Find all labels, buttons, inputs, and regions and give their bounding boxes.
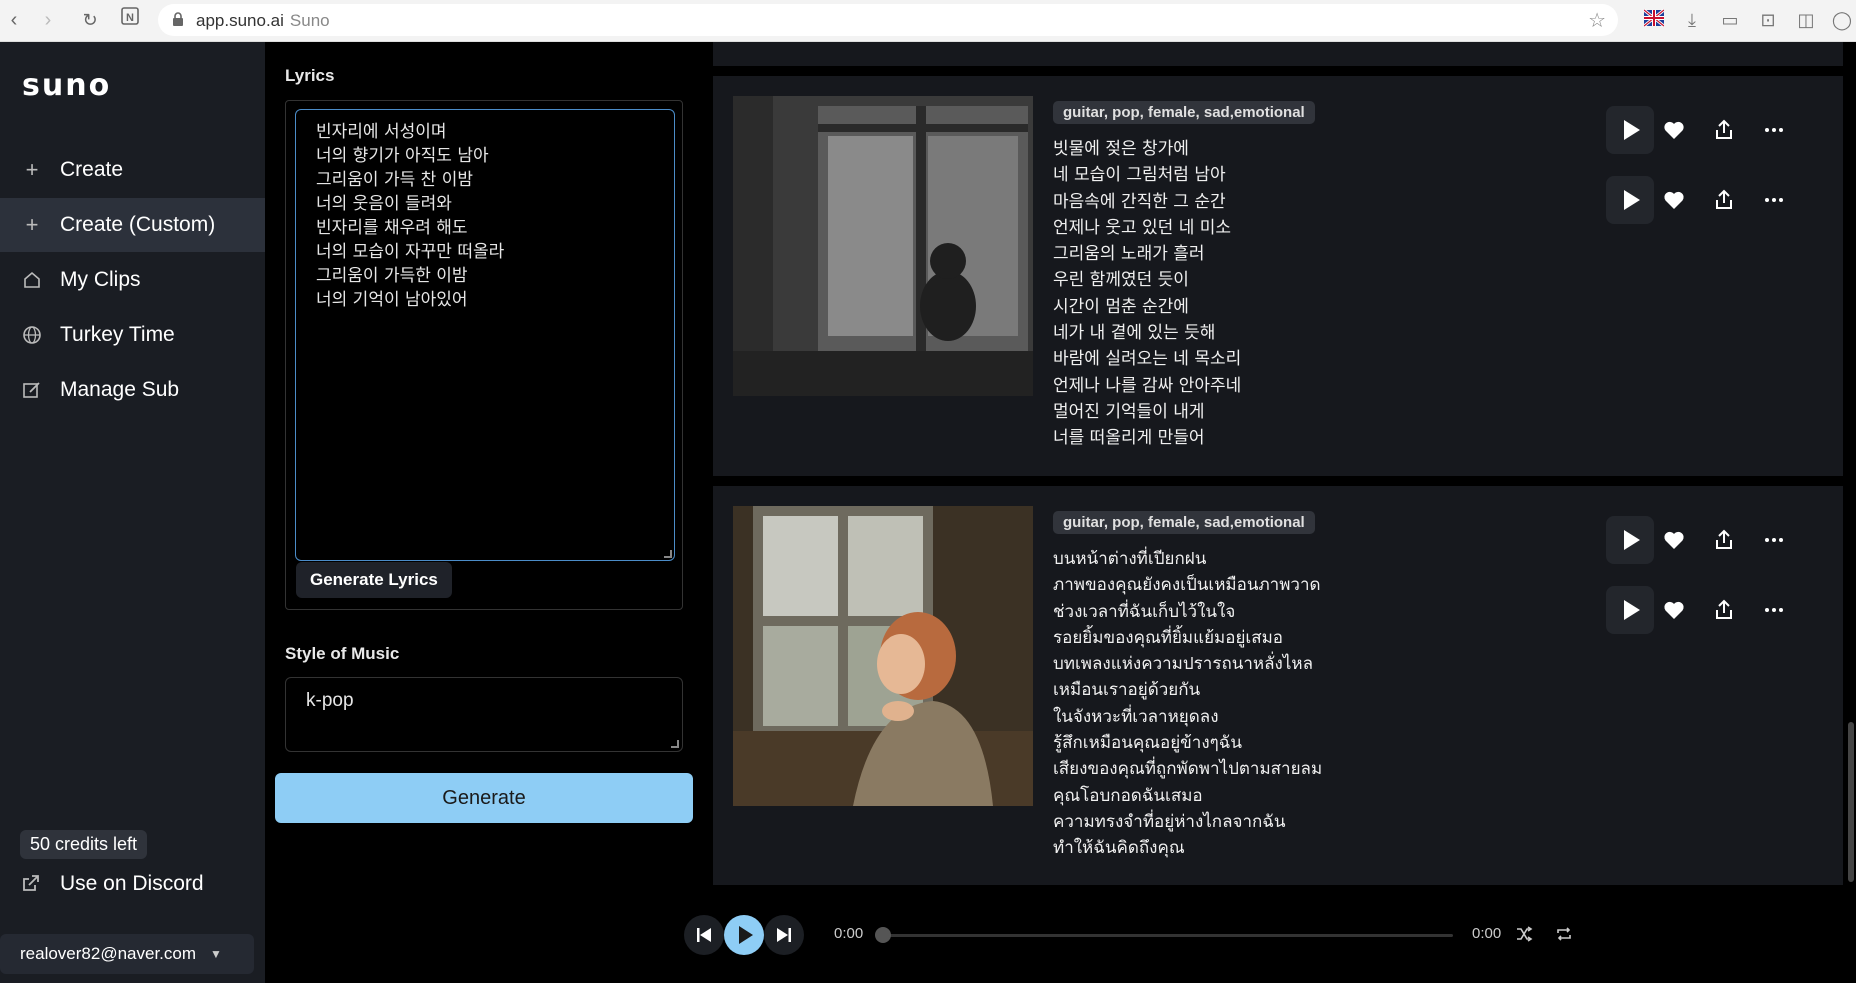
play-button[interactable]	[1606, 586, 1654, 634]
forward-icon[interactable]: ›	[34, 6, 62, 34]
back-icon[interactable]: ‹	[0, 6, 28, 34]
more-icon[interactable]	[1762, 118, 1786, 142]
style-label: Style of Music	[285, 644, 400, 663]
progress-track[interactable]	[885, 934, 1453, 937]
browser-toolbar: ‹ › ↻ N app.suno.ai Suno ☆ ⤓ ▭ ⊡ ◫ ◯	[0, 0, 1856, 42]
total-time: 0:00	[1472, 925, 1502, 942]
url-text: app.suno.ai Suno	[196, 11, 330, 30]
heart-icon[interactable]	[1662, 188, 1686, 212]
clip-lyrics: 빗물에 젖은 창가에 네 모습이 그림처럼 남아 마음속에 간직한 그 순간 언…	[1053, 139, 1242, 449]
lyrics-textarea[interactable]: 빈자리에 서성이며 너의 향기가 아직도 남아 그리움이 가득 찬 이밤 너의 …	[295, 109, 675, 561]
account-menu[interactable]: realover82@naver.com ▼	[0, 934, 254, 974]
previous-clip-card	[713, 42, 1843, 66]
edit-icon	[20, 378, 44, 402]
sidebar-item-label: Turkey Time	[60, 323, 175, 346]
chevron-down-icon: ▼	[210, 947, 222, 961]
home-icon	[20, 268, 44, 292]
next-track-button[interactable]	[764, 915, 804, 955]
sidebar-item-create[interactable]: + Create	[0, 143, 265, 197]
sidebar-toggle-icon[interactable]: ◫	[1794, 8, 1818, 32]
progress-knob[interactable]	[875, 927, 891, 943]
shuffle-icon[interactable]	[1515, 925, 1533, 943]
clip-lyrics: บนหน้าต่างที่เปียกฝน ภาพของคุณยังคงเป็นเ…	[1053, 549, 1323, 859]
share-icon[interactable]	[1712, 188, 1736, 212]
clip-cover-image[interactable]	[733, 96, 1033, 396]
suno-logo[interactable]: suno	[22, 68, 111, 103]
generate-lyrics-button[interactable]: Generate Lyrics	[296, 562, 452, 598]
discord-label: Use on Discord	[60, 872, 204, 895]
clip-cover-image[interactable]	[733, 506, 1033, 806]
generate-button[interactable]: Generate	[275, 773, 693, 823]
more-icon[interactable]	[1762, 528, 1786, 552]
player-play-button[interactable]	[724, 915, 764, 955]
globe-icon	[20, 323, 44, 347]
play-button[interactable]	[1606, 106, 1654, 154]
sidebar-item-label: Create (Custom)	[60, 213, 216, 236]
clip-card: guitar, pop, female, sad,emotional บนหน้…	[713, 486, 1843, 885]
resize-handle-icon[interactable]	[664, 550, 672, 558]
share-icon[interactable]	[1712, 118, 1736, 142]
svg-text:N: N	[126, 12, 134, 24]
lock-icon	[173, 12, 183, 26]
more-icon[interactable]	[1762, 598, 1786, 622]
sidebar-item-label: My Clips	[60, 268, 141, 291]
clip-controls	[1606, 176, 1806, 224]
external-link-icon	[20, 872, 44, 896]
sidebar-item-turkey-time[interactable]: Turkey Time	[0, 308, 265, 362]
style-tag[interactable]: guitar, pop, female, sad,emotional	[1053, 101, 1315, 124]
flag-icon[interactable]	[1642, 8, 1666, 32]
screenshot-icon[interactable]: ⊡	[1756, 8, 1780, 32]
discord-link[interactable]: Use on Discord	[20, 872, 204, 896]
current-time: 0:00	[834, 925, 864, 942]
sidebar-item-label: Create	[60, 158, 124, 181]
play-button[interactable]	[1606, 176, 1654, 224]
window-icon[interactable]: ▭	[1718, 8, 1742, 32]
more-icon[interactable]	[1762, 188, 1786, 212]
share-icon[interactable]	[1712, 598, 1736, 622]
credits-badge: 50 credits left	[20, 830, 148, 859]
sidebar-item-create-custom[interactable]: + Create (Custom)	[0, 198, 265, 252]
sidebar-item-my-clips[interactable]: My Clips	[0, 253, 265, 307]
heart-icon[interactable]	[1662, 118, 1686, 142]
download-icon[interactable]: ⤓	[1680, 8, 1704, 32]
clip-controls	[1606, 516, 1806, 564]
sidebar-item-manage-sub[interactable]: Manage Sub	[0, 363, 265, 417]
heart-icon[interactable]	[1662, 528, 1686, 552]
plus-icon: +	[25, 212, 39, 237]
heart-icon[interactable]	[1662, 598, 1686, 622]
resize-handle-icon[interactable]	[671, 740, 679, 748]
reload-icon[interactable]: ↻	[76, 6, 104, 34]
plus-icon: +	[25, 157, 39, 182]
style-tag[interactable]: guitar, pop, female, sad,emotional	[1053, 511, 1315, 534]
repeat-icon[interactable]	[1555, 925, 1573, 943]
profile-icon[interactable]: ◯	[1830, 8, 1854, 32]
account-email: realover82@naver.com	[20, 944, 197, 963]
star-icon[interactable]: ☆	[1588, 8, 1606, 33]
scrollbar-thumb[interactable]	[1848, 722, 1854, 882]
sidebar-item-label: Manage Sub	[60, 378, 180, 401]
style-input[interactable]: k-pop	[285, 677, 683, 752]
previous-track-button[interactable]	[684, 915, 724, 955]
address-bar[interactable]: app.suno.ai Suno ☆	[158, 4, 1618, 36]
sidebar: suno + Create + Create (Custom) My Clips…	[0, 42, 265, 983]
scrollbar[interactable]	[1846, 42, 1856, 885]
notion-icon[interactable]: N	[116, 6, 144, 34]
share-icon[interactable]	[1712, 528, 1736, 552]
clip-card: guitar, pop, female, sad,emotional 빗물에 젖…	[713, 76, 1843, 476]
clip-controls	[1606, 586, 1806, 634]
play-button[interactable]	[1606, 516, 1654, 564]
lyrics-label: Lyrics	[285, 66, 335, 85]
clip-controls	[1606, 106, 1806, 154]
